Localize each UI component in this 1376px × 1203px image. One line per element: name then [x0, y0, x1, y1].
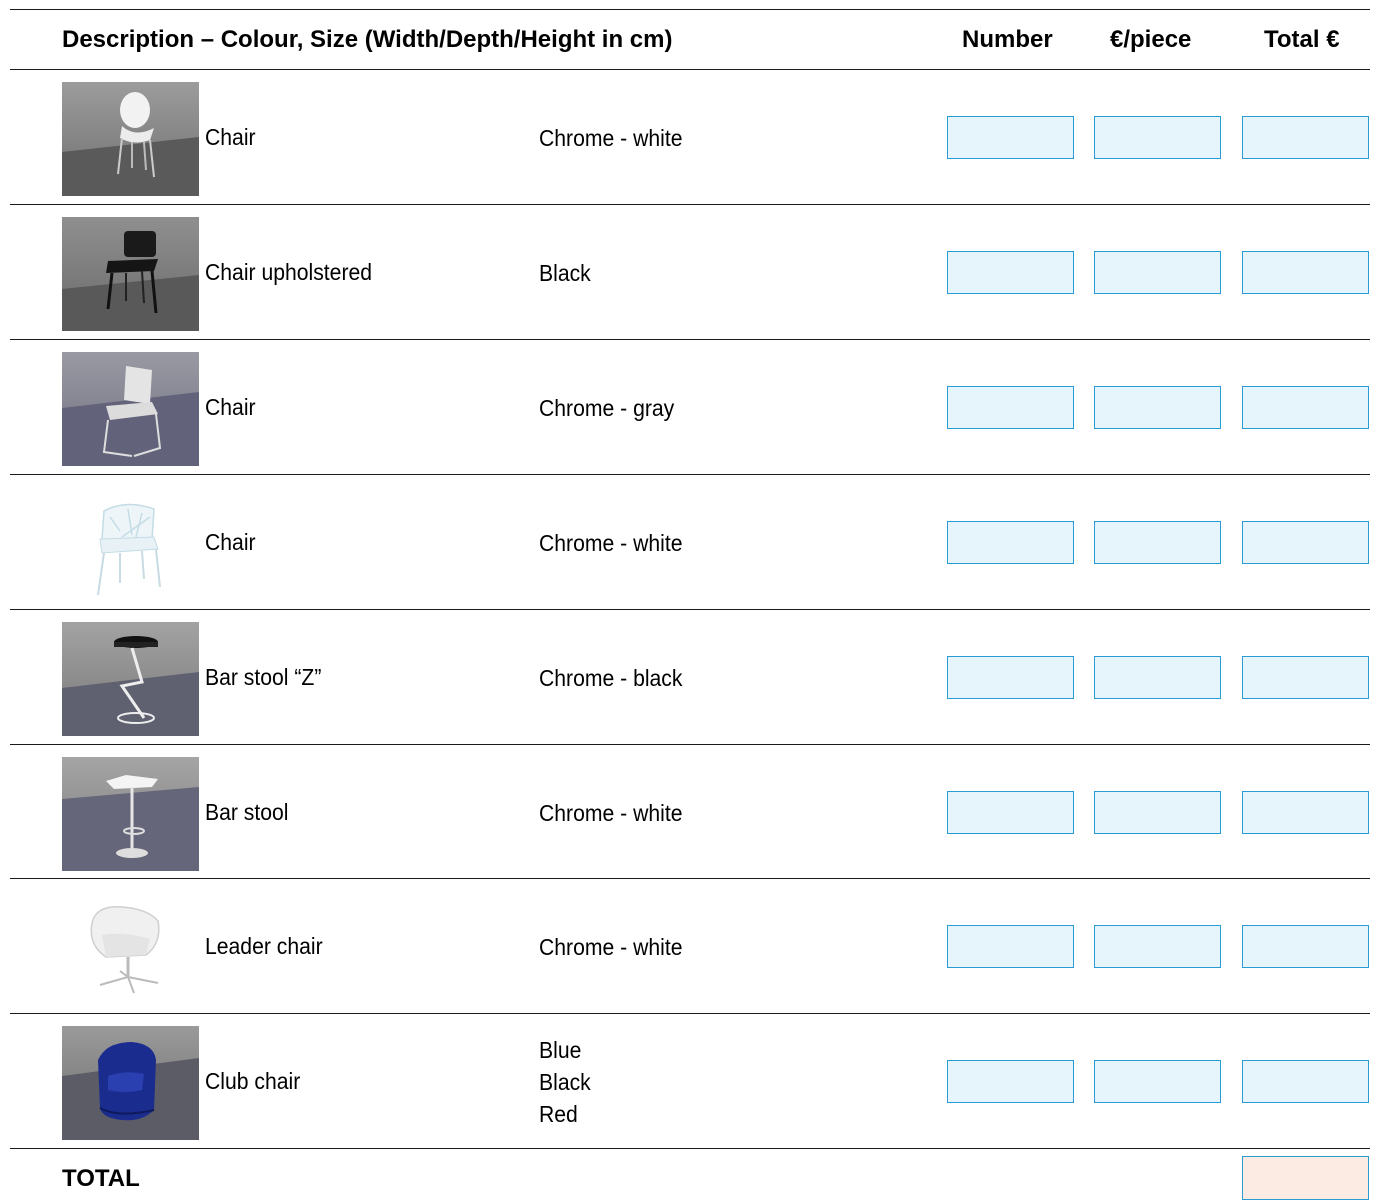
header-total: Total €: [1264, 26, 1340, 53]
item-colour: Chrome - black: [539, 665, 683, 691]
item-name: Chair upholstered: [205, 259, 373, 285]
row-total-input[interactable]: [1242, 386, 1369, 429]
club-chair-blue-icon: [62, 1026, 199, 1140]
number-input[interactable]: [947, 791, 1074, 834]
price-per-piece-input[interactable]: [1094, 656, 1221, 699]
chair-white-lattice-icon: [62, 487, 199, 601]
grand-total-input[interactable]: [1242, 1156, 1369, 1200]
header-number: Number: [962, 26, 1053, 53]
number-input[interactable]: [947, 925, 1074, 968]
item-colour: Black: [539, 1069, 591, 1095]
number-input[interactable]: [947, 521, 1074, 564]
number-input[interactable]: [947, 1060, 1074, 1103]
item-name: Bar stool “Z”: [205, 664, 322, 690]
item-name: Chair: [205, 124, 256, 150]
row-total-input[interactable]: [1242, 1060, 1369, 1103]
item-name: Club chair: [205, 1068, 301, 1094]
item-colour: Black: [539, 260, 591, 286]
table-row: Chair upholstered Black: [0, 205, 1376, 339]
price-per-piece-input[interactable]: [1094, 521, 1221, 564]
header-description: Description – Colour, Size (Width/Depth/…: [62, 26, 673, 53]
number-input[interactable]: [947, 251, 1074, 294]
number-input[interactable]: [947, 386, 1074, 429]
price-per-piece-input[interactable]: [1094, 791, 1221, 834]
number-input[interactable]: [947, 116, 1074, 159]
number-input[interactable]: [947, 656, 1074, 699]
top-rule: [10, 9, 1370, 10]
price-per-piece-input[interactable]: [1094, 925, 1221, 968]
item-colour: Chrome - white: [539, 125, 683, 151]
row-total-input[interactable]: [1242, 656, 1369, 699]
item-name: Chair: [205, 394, 256, 420]
table-row: Chair Chrome - gray: [0, 340, 1376, 474]
item-colour: Chrome - gray: [539, 395, 675, 421]
table-row: Bar stool “Z” Chrome - black: [0, 610, 1376, 744]
row-divider: [10, 1148, 1370, 1149]
item-colour: Chrome - white: [539, 800, 683, 826]
table-row: Chair Chrome - white: [0, 475, 1376, 609]
price-per-piece-input[interactable]: [1094, 116, 1221, 159]
item-name: Chair: [205, 529, 256, 555]
bar-stool-z-icon: [62, 622, 199, 736]
row-total-input[interactable]: [1242, 521, 1369, 564]
price-per-piece-input[interactable]: [1094, 386, 1221, 429]
row-total-input[interactable]: [1242, 791, 1369, 834]
header-price-per-piece: €/piece: [1110, 26, 1192, 53]
bar-stool-white-icon: [62, 757, 199, 871]
table-row: Club chair Blue Black Red: [0, 1014, 1376, 1148]
item-name: Bar stool: [205, 799, 289, 825]
item-colour: Blue: [539, 1037, 582, 1063]
row-total-input[interactable]: [1242, 116, 1369, 159]
leader-chair-swan-icon: [62, 891, 199, 1005]
item-name: Leader chair: [205, 933, 323, 959]
item-colour: Chrome - white: [539, 934, 683, 960]
total-label: TOTAL: [62, 1165, 140, 1192]
table-row: Chair Chrome - white: [0, 70, 1376, 204]
row-total-input[interactable]: [1242, 251, 1369, 294]
row-total-input[interactable]: [1242, 925, 1369, 968]
table-row: Leader chair Chrome - white: [0, 879, 1376, 1013]
item-colour: Red: [539, 1101, 578, 1127]
chair-white-shell-icon: [62, 82, 199, 196]
price-per-piece-input[interactable]: [1094, 251, 1221, 294]
chair-black-upholstered-icon: [62, 217, 199, 331]
table-row: Bar stool Chrome - white: [0, 745, 1376, 879]
chair-gray-stacking-icon: [62, 352, 199, 466]
price-per-piece-input[interactable]: [1094, 1060, 1221, 1103]
item-colour: Chrome - white: [539, 530, 683, 556]
